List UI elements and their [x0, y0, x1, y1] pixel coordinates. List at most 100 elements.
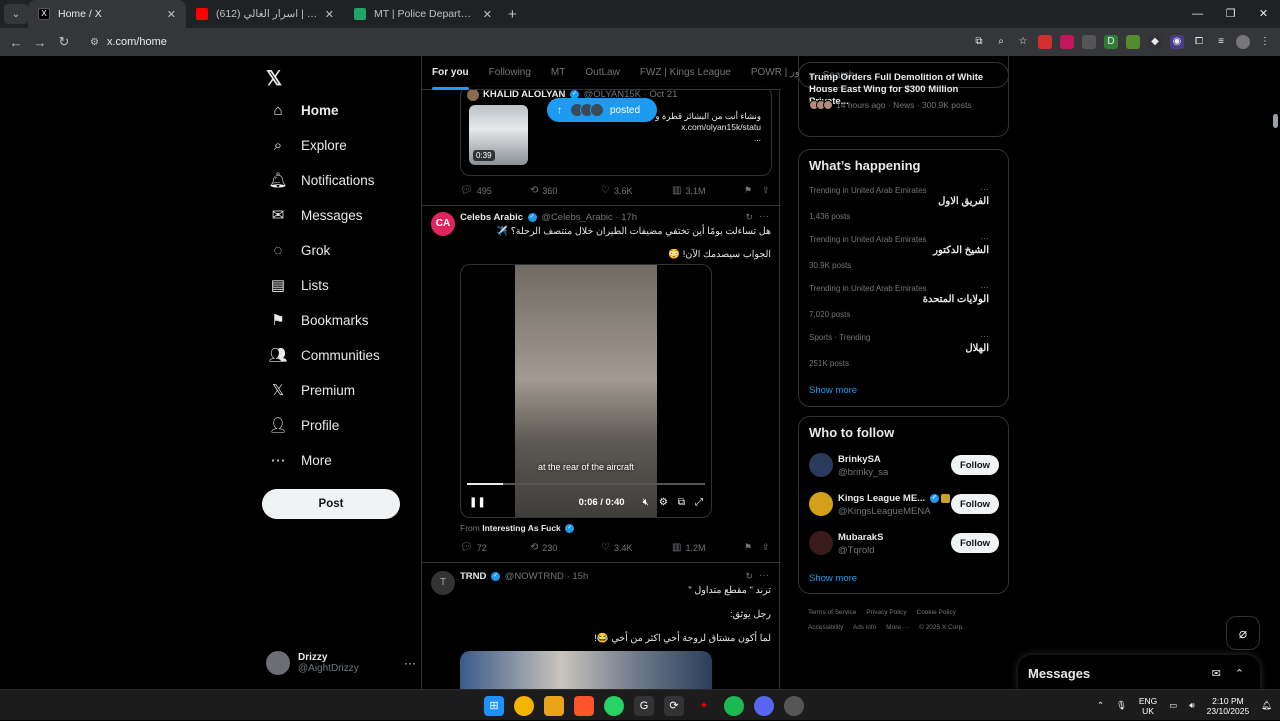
pause-icon[interactable]: ❚❚: [469, 497, 486, 508]
settings-icon[interactable]: ⚙: [659, 497, 668, 508]
volume-icon[interactable]: 🔊︎: [1189, 700, 1194, 711]
extension-shield-icon[interactable]: [1126, 35, 1140, 49]
browser-tab-sheets[interactable]: MT | Police Departments v7.0 - ✕: [344, 0, 502, 28]
tab-mt[interactable]: MT: [541, 56, 575, 90]
show-more-link[interactable]: Show more: [809, 385, 857, 396]
nav-profile[interactable]: 👤︎ Profile: [268, 412, 339, 438]
avatar[interactable]: [809, 492, 833, 516]
tab-search-icon[interactable]: ⌄: [4, 4, 28, 24]
tab-fwz[interactable]: FWZ | Kings League: [630, 56, 741, 90]
reply-button[interactable]: 💬︎ 72: [460, 542, 530, 553]
reading-list-icon[interactable]: ≡: [1214, 35, 1228, 49]
reply-button[interactable]: 💬︎ 495: [460, 185, 530, 196]
tab-outlaw[interactable]: OutLaw: [575, 56, 629, 90]
extension-pink-icon[interactable]: [1060, 35, 1074, 49]
source-account[interactable]: Interesting As Fuck: [482, 523, 561, 533]
follow-button[interactable]: Follow: [951, 494, 999, 514]
follow-suggestion[interactable]: Kings League ME... ✓ @KingsLeagueMENA Fo…: [809, 490, 999, 520]
author-name[interactable]: Celebs Arabic: [460, 212, 523, 223]
follow-button[interactable]: Follow: [951, 533, 999, 553]
extension-red-icon[interactable]: [1038, 35, 1052, 49]
new-tab-button[interactable]: +: [508, 6, 517, 23]
extension-eye-icon[interactable]: ◉: [1170, 35, 1184, 49]
share-button[interactable]: ⇪: [762, 185, 770, 196]
follow-button[interactable]: Follow: [951, 455, 999, 475]
tweet-time[interactable]: 15h: [572, 571, 588, 582]
minimize-button[interactable]: —: [1181, 0, 1214, 28]
more-dots-icon[interactable]: ···: [980, 331, 989, 341]
browser-menu-icon[interactable]: ⋮: [1258, 35, 1272, 49]
chevron-up-icon[interactable]: ⌃: [1097, 700, 1104, 711]
author-handle[interactable]: @NOWTRND: [505, 571, 564, 582]
extension-grid-icon[interactable]: [1082, 35, 1096, 49]
repost-button[interactable]: ⟲ 230: [530, 542, 601, 553]
trend-item[interactable]: Trending in United Arab Emirates ··· الف…: [809, 184, 999, 232]
more-dots-icon[interactable]: ···: [759, 570, 769, 581]
discord-icon[interactable]: [754, 695, 774, 716]
nav-lists[interactable]: ▤ Lists: [268, 272, 329, 298]
spotify-icon[interactable]: [724, 695, 744, 716]
nav-explore[interactable]: ⌕ Explore: [268, 132, 347, 158]
extension-diamond-icon[interactable]: ◆: [1148, 35, 1162, 49]
new-message-icon[interactable]: ✉: [1212, 667, 1221, 680]
windows-start-icon[interactable]: ⊞: [484, 695, 504, 716]
maximize-button[interactable]: ❐: [1214, 0, 1247, 28]
avatar[interactable]: CA: [431, 212, 455, 236]
footer-link[interactable]: Ads info: [853, 624, 877, 631]
tweet-celebs-arabic[interactable]: CA Celebs Arabic ✓ @Celebs_Arabic · 17h …: [422, 206, 781, 563]
nav-messages[interactable]: ✉ Messages: [268, 202, 363, 228]
app-icon[interactable]: G: [634, 695, 654, 716]
account-switcher[interactable]: Drizzy @AightDrizzy ···: [266, 648, 416, 678]
suggestion-name-row[interactable]: Kings League ME... ✓: [838, 493, 950, 504]
brave-icon[interactable]: [574, 695, 594, 716]
x-logo-icon[interactable]: 𝕏: [266, 66, 282, 91]
browser-tab-home[interactable]: X Home / X ✕: [28, 0, 186, 28]
install-icon[interactable]: ⧉: [972, 35, 986, 49]
tab-for-you[interactable]: For you: [422, 56, 479, 90]
clock[interactable]: 2:10 PM 23/10/2025: [1207, 696, 1250, 716]
trend-item[interactable]: Trending in United Arab Emirates ··· الش…: [809, 233, 999, 281]
messages-drawer[interactable]: Messages ✉ ⌃: [1018, 655, 1260, 689]
repost-button[interactable]: ⟲ 360: [530, 185, 601, 196]
views-button[interactable]: ▥ 1.2M: [672, 542, 744, 553]
mute-icon[interactable]: 🔇︎: [643, 497, 649, 508]
more-dots-icon[interactable]: ···: [980, 233, 989, 243]
language-indicator[interactable]: ENG UK: [1139, 696, 1157, 716]
grok-icon[interactable]: ↻: [745, 212, 753, 223]
close-window-button[interactable]: ✕: [1247, 0, 1280, 28]
like-button[interactable]: ♡ 3.4K: [601, 542, 672, 553]
quote-link[interactable]: x.com/olyan15k/statu: [681, 122, 761, 132]
app-red-icon[interactable]: ✦: [694, 695, 714, 716]
nav-grok[interactable]: ◌ Grok: [268, 237, 331, 263]
notification-bell-icon[interactable]: 🔔︎: [1261, 700, 1272, 711]
url-input[interactable]: ⚙ x.com/home: [84, 31, 884, 53]
close-tab-icon[interactable]: ✕: [483, 8, 492, 21]
expand-icon[interactable]: ⌃: [1235, 667, 1244, 680]
post-button[interactable]: Post: [262, 489, 400, 519]
suggestion-name[interactable]: BrinkySA: [838, 454, 881, 465]
page-scrollbar[interactable]: [1270, 56, 1280, 689]
footer-link[interactable]: Terms of Service: [808, 609, 856, 616]
tweet-trnd[interactable]: T TRND ✓ @NOWTRND · 15h ↻ ··· ترند " مقط…: [422, 563, 781, 689]
profile-avatar-icon[interactable]: [1236, 35, 1250, 49]
capcut-icon[interactable]: ⟳: [664, 695, 684, 716]
tweet-media[interactable]: [460, 651, 712, 689]
more-dots-icon[interactable]: ···: [980, 184, 989, 194]
avatar[interactable]: [809, 531, 833, 555]
back-arrow-icon[interactable]: ←: [4, 35, 28, 50]
more-dots-icon[interactable]: ···: [980, 282, 989, 292]
footer-link[interactable]: Accessibility: [808, 624, 843, 631]
scrollbar-thumb[interactable]: [1273, 114, 1278, 128]
share-button[interactable]: ⇪: [762, 542, 770, 553]
forward-arrow-icon[interactable]: →: [28, 35, 52, 50]
tab-powr[interactable]: POWR | ور: [741, 56, 800, 90]
video-progress-bar[interactable]: [467, 483, 705, 485]
like-button[interactable]: ♡ 3.6K: [601, 185, 672, 196]
views-button[interactable]: ▥ 3.1M: [672, 185, 744, 196]
show-more-link[interactable]: Show more: [809, 573, 857, 584]
trend-item[interactable]: Trending in United Arab Emirates ··· الو…: [809, 282, 999, 330]
new-posts-pill[interactable]: ↑ posted: [547, 98, 657, 122]
whatsapp-icon[interactable]: [604, 695, 624, 716]
picture-in-picture-icon[interactable]: ⧉: [678, 497, 685, 508]
news-card[interactable]: Trump Orders Full Demolition of White Ho…: [798, 56, 1009, 137]
